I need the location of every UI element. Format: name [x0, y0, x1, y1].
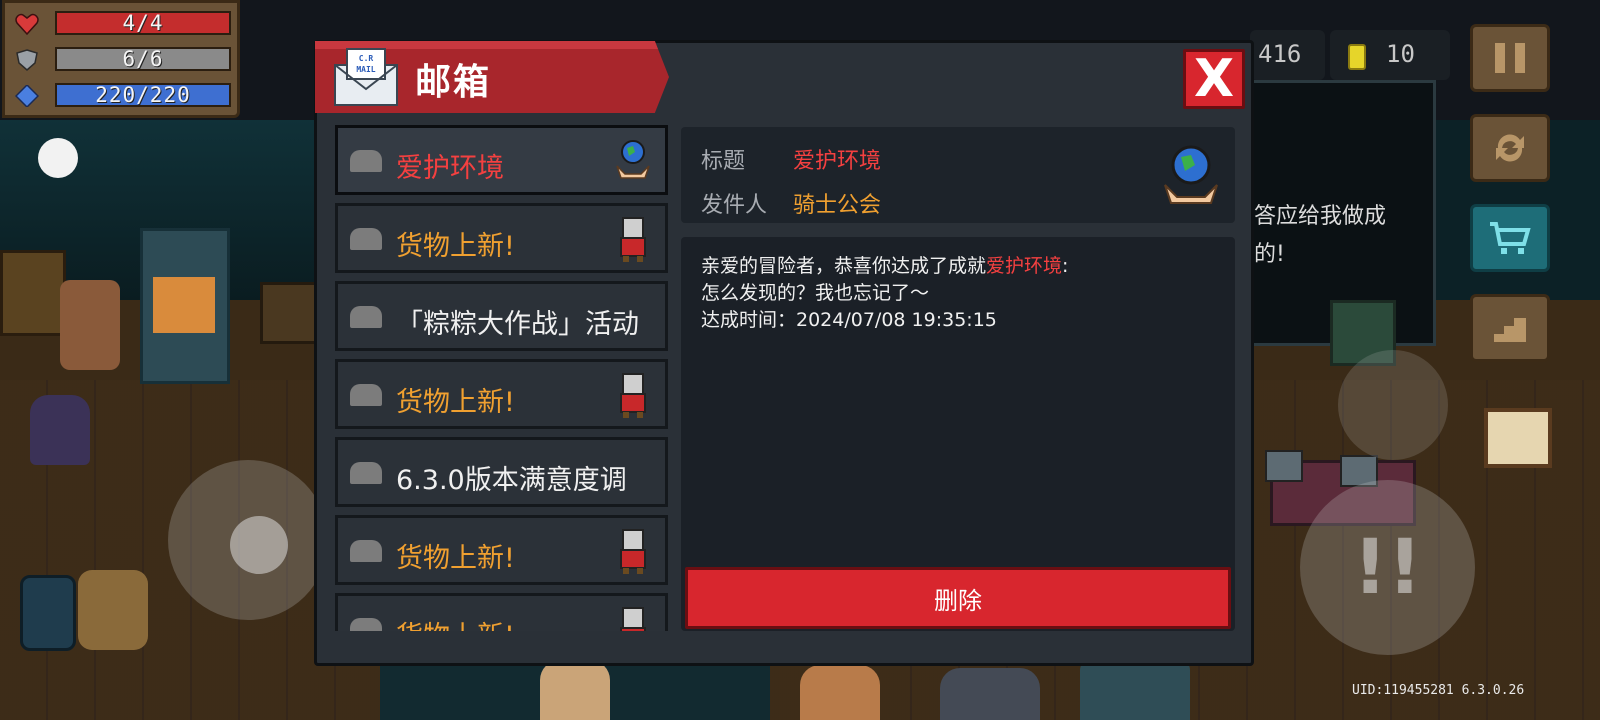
lamp-icon [38, 138, 78, 178]
chest-sprite [260, 282, 322, 344]
shopping-cart-icon [1490, 222, 1531, 254]
mail-item-label: 6.3.0版本满意度调 [396, 465, 627, 496]
mailbox-header: C.R MAIL 邮箱 [315, 41, 669, 113]
pause-button[interactable] [1470, 24, 1550, 92]
swap-button[interactable] [1470, 114, 1550, 182]
coin-counter: 10 [1330, 30, 1450, 80]
achieved-time: 达成时间：2024/07/08 19:35:15 [701, 309, 997, 331]
mail-item-label: 「粽粽大作战」活动 [396, 309, 639, 340]
energy-bar: 220/220 [55, 83, 231, 107]
mail-item[interactable]: 货物上新! [335, 359, 668, 429]
gem-counter: 416 [1250, 30, 1325, 80]
envelope-icon [350, 618, 382, 631]
energy-row: 220/220 [11, 81, 235, 111]
armor-row: 6/6 [11, 45, 235, 75]
heart-icon [15, 13, 39, 35]
energy-crystal-icon [15, 85, 39, 107]
mail-item[interactable]: 货物上新! [335, 203, 668, 273]
uid-version-text: UID:119455281 6.3.0.26 [1352, 683, 1525, 698]
skill-icon: !! [1352, 522, 1423, 611]
envelope-icon [350, 228, 382, 250]
player-character-sprite [78, 570, 148, 650]
envelope-icon [350, 540, 382, 562]
coin-icon [1348, 44, 1366, 70]
hp-value: 4/4 [122, 11, 164, 35]
stairs-icon [1494, 318, 1526, 342]
hp-row: 4/4 [11, 9, 235, 39]
npc-speech-text: 答应给我做成 [1254, 204, 1387, 229]
svg-text:MAIL: MAIL [356, 65, 375, 74]
sender-label: 发件人 [701, 193, 768, 218]
envelope-icon [350, 462, 382, 484]
mail-item-label: 货物上新! [396, 387, 515, 418]
subject-value: 爱护环境 [793, 149, 882, 174]
coin-count: 10 [1386, 40, 1415, 68]
sender-value: 骑士公会 [793, 193, 882, 218]
energy-value: 220/220 [95, 83, 191, 107]
npc-cat-sprite [800, 665, 880, 720]
mail-item-label: 爱护环境 [396, 153, 504, 184]
merchant-avatar-icon [620, 607, 646, 631]
monitor-sprite [1265, 450, 1303, 482]
npc-speech-text: 的! [1254, 242, 1285, 267]
gacha-machine-sprite [140, 228, 230, 384]
mail-body-line: 亲爱的冒险者，恭喜你达成了成就爱护环境: [701, 251, 1068, 278]
merchant-avatar-icon [620, 373, 646, 418]
envelope-icon [350, 150, 382, 172]
certificate-frame-sprite [1484, 408, 1552, 468]
hp-bar: 4/4 [55, 11, 231, 35]
player-stats-panel: 4/4 6/6 220/220 [2, 0, 240, 118]
shield-icon [16, 49, 38, 71]
mailbox-dialog: C.R MAIL 邮箱 X 爱护环境 货物上新! 「粽粽大作战」活动 货物上新!… [314, 40, 1254, 666]
armor-value: 6/6 [122, 47, 164, 71]
mail-envelope-icon: C.R MAIL [334, 48, 398, 106]
npc-creature-sprite [1080, 660, 1190, 720]
movement-joystick[interactable] [168, 460, 328, 620]
mail-item[interactable]: 爱护环境 [335, 125, 668, 195]
mail-item[interactable]: 「粽粽大作战」活动 [335, 281, 668, 351]
pause-icon [1495, 43, 1525, 73]
envelope-icon [350, 384, 382, 406]
mail-body-line: 怎么发现的？我也忘记了～ [701, 282, 930, 304]
body-text: 亲爱的冒险者，恭喜你达成了成就 [701, 255, 987, 277]
globe-hands-icon [1164, 145, 1218, 204]
merchant-avatar-icon [620, 529, 646, 574]
mail-detail-header: 标题 爱护环境 发件人 骑士公会 [681, 127, 1235, 223]
merchant-avatar-icon [620, 217, 646, 262]
mail-item[interactable]: 货物上新! [335, 593, 668, 631]
close-button[interactable]: X [1183, 49, 1245, 109]
npc-robot-sprite [940, 668, 1040, 720]
mail-item[interactable]: 货物上新! [335, 515, 668, 585]
npc-face-sprite [540, 660, 610, 720]
close-icon: X [1193, 49, 1235, 109]
delete-button[interactable]: 删除 [685, 567, 1231, 629]
armor-bar: 6/6 [55, 47, 231, 71]
globe-hands-icon [616, 140, 650, 179]
envelope-icon [350, 306, 382, 328]
mail-item-label: 货物上新! [396, 543, 515, 574]
bench-sprite [0, 250, 66, 336]
npc-warrior-sprite [60, 280, 120, 370]
delete-label: 删除 [934, 586, 982, 615]
mail-item-label: 货物上新! [396, 231, 515, 262]
mailbox-title: 邮箱 [415, 62, 492, 103]
subject-label: 标题 [701, 149, 746, 174]
mail-item[interactable]: 6.3.0版本满意度调 [335, 437, 668, 507]
shop-button[interactable] [1470, 204, 1550, 272]
gem-count: 416 [1258, 40, 1302, 68]
stairs-button[interactable] [1470, 294, 1550, 362]
skill-button[interactable]: !! [1300, 480, 1475, 655]
swap-arrows-icon [1496, 134, 1524, 162]
joystick-knob[interactable] [230, 516, 288, 574]
weapon-button[interactable] [1338, 350, 1448, 460]
npc-witch-sprite [30, 395, 90, 465]
body-text: : [1062, 255, 1069, 277]
mail-item-label: 货物上新! [396, 614, 515, 631]
mail-list[interactable]: 爱护环境 货物上新! 「粽粽大作战」活动 货物上新! 6.3.0版本满意度调 货… [335, 125, 668, 631]
svg-text:C.R: C.R [359, 54, 374, 63]
barrel-sprite [20, 575, 76, 651]
achievement-name: 爱护环境 [986, 255, 1063, 277]
